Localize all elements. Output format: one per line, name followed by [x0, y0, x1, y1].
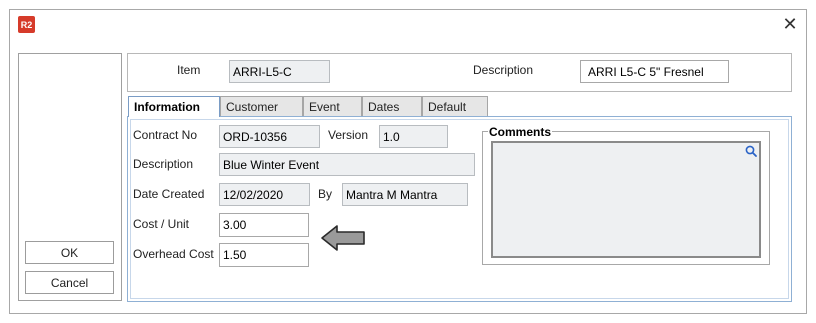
created-by-field[interactable]: Mantra M Mantra — [342, 183, 468, 206]
cancel-button[interactable]: Cancel — [25, 271, 114, 294]
ok-button[interactable]: OK — [25, 241, 114, 264]
tab-dates[interactable]: Dates — [362, 96, 422, 116]
version-field[interactable]: 1.0 — [379, 125, 448, 148]
date-created-label: Date Created — [133, 187, 205, 201]
tab-information[interactable]: Information — [128, 96, 220, 117]
item-field[interactable]: ARRI-L5-C — [229, 60, 330, 83]
overhead-cost-label: Overhead Cost — [133, 247, 214, 261]
header-description-field[interactable]: ARRI L5-C 5" Fresnel — [580, 60, 729, 83]
comments-textarea[interactable] — [491, 141, 761, 258]
search-icon[interactable] — [745, 145, 757, 157]
contract-no-label: Contract No — [133, 128, 198, 142]
close-icon[interactable]: ✕ — [780, 14, 800, 34]
left-arrow-icon — [321, 225, 365, 251]
contract-no-field[interactable]: ORD-10356 — [219, 125, 320, 148]
comments-title: Comments — [488, 125, 553, 139]
tab-event[interactable]: Event — [303, 96, 362, 116]
header-description-label: Description — [473, 63, 534, 77]
cost-unit-label: Cost / Unit — [133, 217, 190, 231]
version-label: Version — [328, 128, 369, 142]
tab-default[interactable]: Default — [422, 96, 488, 116]
by-label: By — [318, 187, 333, 201]
description-label: Description — [133, 157, 194, 171]
overhead-cost-field[interactable]: 1.50 — [219, 243, 309, 267]
app-logo-icon: R2 — [18, 16, 35, 33]
item-label: Item — [177, 63, 201, 77]
date-created-field[interactable]: 12/02/2020 — [219, 183, 310, 206]
cost-unit-field[interactable]: 3.00 — [219, 213, 309, 237]
tab-customer[interactable]: Customer — [220, 96, 303, 116]
description-field[interactable]: Blue Winter Event — [219, 153, 475, 176]
